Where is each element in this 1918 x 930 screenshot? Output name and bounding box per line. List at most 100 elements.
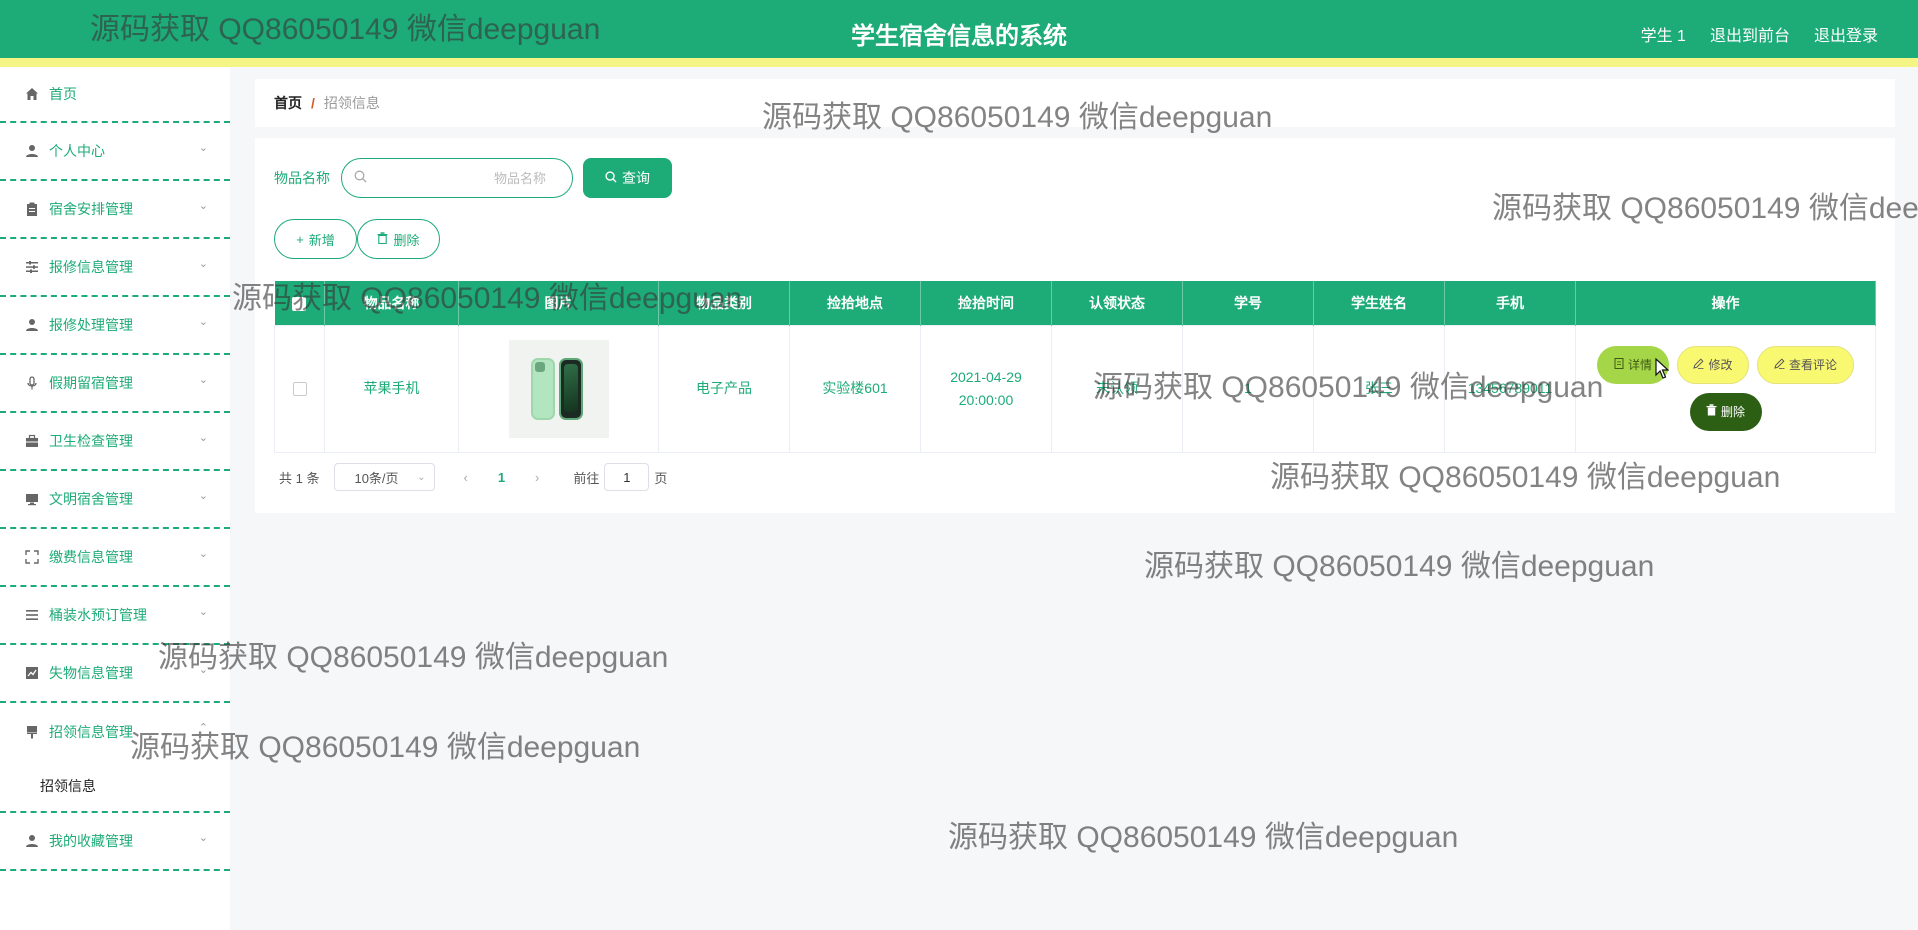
add-button[interactable]: + 新增 — [274, 219, 357, 259]
breadcrumb-separator: / — [311, 95, 315, 111]
edit-icon — [1774, 354, 1785, 377]
sidebar-item-label: 报修信息管理 — [49, 259, 133, 275]
view-comments-label: 查看评论 — [1788, 357, 1837, 372]
chevron-down-icon: ⌄ — [198, 316, 208, 328]
chevron-down-icon: ⌄ — [198, 490, 208, 502]
sidebar-item-label: 文明宿舍管理 — [49, 491, 133, 507]
table-row: 苹果手机 电子产品 实验楼601 2021-04-29 20:00:00 未认领… — [274, 324, 1876, 453]
search-icon — [605, 170, 617, 186]
user-icon — [24, 317, 40, 333]
sidebar-item-lost-items[interactable]: 失物信息管理 ⌄ — [0, 645, 230, 703]
sidebar-subitem-found-info[interactable]: 招领信息 — [0, 761, 230, 813]
chart-icon — [24, 665, 40, 681]
sidebar-item-label: 失物信息管理 — [49, 665, 133, 681]
sidebar-item-personal-center[interactable]: 个人中心 ⌄ — [0, 123, 230, 181]
chevron-down-icon: ⌄ — [417, 471, 426, 483]
sidebar-item-label: 个人中心 — [49, 143, 105, 159]
edit-button[interactable]: 修改 — [1677, 346, 1749, 384]
search-bar: 物品名称 查询 — [274, 158, 672, 198]
user-icon — [24, 833, 40, 849]
cell-operations: 详情 修改 查看评论 删除 — [1575, 324, 1876, 453]
cell-category: 电子产品 — [658, 324, 790, 453]
detail-button-label: 详情 — [1627, 357, 1652, 372]
fullscreen-icon — [24, 549, 40, 565]
list-panel: 物品名称 查询 + 新增 — [255, 138, 1895, 513]
search-input[interactable] — [372, 159, 562, 197]
top-header: 学生宿舍信息的系统 学生 1 退出到前台 退出登录 — [0, 0, 1918, 67]
edit-icon — [1693, 354, 1704, 377]
sidebar-item-label: 宿舍安排管理 — [49, 201, 133, 217]
row-delete-label: 删除 — [1720, 404, 1745, 419]
cell-status: 未认领 — [1051, 324, 1183, 453]
sidebar-item-civilized-dorm[interactable]: 文明宿舍管理 ⌄ — [0, 471, 230, 529]
sidebar-item-label: 卫生检查管理 — [49, 433, 133, 449]
sidebar-item-home[interactable]: 首页 — [0, 67, 230, 123]
batch-delete-button[interactable]: 删除 — [357, 219, 440, 259]
goto-page-input[interactable] — [604, 463, 650, 491]
trash-icon — [1706, 401, 1717, 424]
chevron-down-icon: ⌄ — [198, 664, 208, 676]
sidebar-item-my-favorites[interactable]: 我的收藏管理 ⌄ — [0, 813, 230, 871]
plus-icon: + — [296, 231, 304, 247]
action-bar: + 新增 删除 — [274, 219, 440, 259]
brush-icon — [24, 724, 40, 740]
breadcrumb: 首页 / 招领信息 — [255, 79, 1895, 127]
cell-image — [458, 324, 659, 453]
sidebar-item-repair-handling[interactable]: 报修处理管理 ⌄ — [0, 297, 230, 355]
column-header: 学生姓名 — [1313, 281, 1445, 325]
logout-link[interactable]: 退出登录 — [1814, 22, 1878, 46]
column-header: 图片 — [458, 281, 659, 325]
cell-location: 实验楼601 — [789, 324, 921, 453]
header-links: 学生 1 退出到前台 退出登录 — [1641, 22, 1878, 46]
next-page-button[interactable]: › — [535, 470, 539, 485]
watermark-text: 源码获取 QQ86050149 微信deepguan — [1144, 550, 1655, 583]
sidebar-item-dorm-arrangement[interactable]: 宿舍安排管理 ⌄ — [0, 181, 230, 239]
pagination: 共 1 条 10条/页 ⌄ ‹ 1 › 前往 页 — [279, 463, 667, 491]
page-number[interactable]: 1 — [498, 470, 505, 485]
back-to-front-link[interactable]: 退出到前台 — [1710, 22, 1790, 46]
sidebar: 首页 个人中心 ⌄ 宿舍安排管理 ⌄ 报修信息管理 ⌄ 报修处理管理 ⌄ 假期留… — [0, 67, 230, 930]
chevron-down-icon: ⌄ — [198, 142, 208, 154]
mouse-cursor-icon — [1655, 357, 1670, 385]
sidebar-item-label: 报修处理管理 — [49, 317, 133, 333]
sliders-icon — [24, 259, 40, 275]
select-all-checkbox[interactable] — [274, 281, 325, 325]
chevron-down-icon: ⌄ — [198, 258, 208, 270]
add-button-label: 新增 — [308, 232, 335, 248]
column-header: 操作 — [1575, 281, 1876, 325]
home-icon — [24, 86, 40, 102]
row-delete-button[interactable]: 删除 — [1689, 393, 1762, 431]
total-count: 共 1 条 — [279, 470, 320, 486]
document-icon — [1614, 354, 1624, 377]
row-checkbox[interactable] — [274, 324, 325, 453]
cell-time: 2021-04-29 20:00:00 — [920, 324, 1052, 453]
sidebar-item-label: 桶装水预订管理 — [49, 607, 147, 623]
chevron-down-icon: ⌄ — [198, 606, 208, 618]
cell-item-name: 苹果手机 — [324, 324, 459, 453]
trash-icon — [377, 231, 388, 247]
clipboard-icon — [24, 201, 40, 217]
search-field — [341, 158, 573, 198]
query-button[interactable]: 查询 — [583, 158, 672, 198]
query-button-label: 查询 — [622, 170, 650, 186]
briefcase-icon — [24, 433, 40, 449]
page-size-select[interactable]: 10条/页 ⌄ — [334, 463, 436, 491]
app-title: 学生宿舍信息的系统 — [851, 23, 1067, 50]
sidebar-item-found-items[interactable]: 招领信息管理 ⌃ — [0, 703, 230, 761]
sidebar-item-label: 我的收藏管理 — [49, 833, 133, 849]
sidebar-item-payment-info[interactable]: 缴费信息管理 ⌄ — [0, 529, 230, 587]
item-photo[interactable] — [508, 339, 609, 438]
sidebar-item-water-order[interactable]: 桶装水预订管理 ⌄ — [0, 587, 230, 645]
chevron-up-icon: ⌃ — [198, 722, 208, 734]
sidebar-item-holiday-stay[interactable]: 假期留宿管理 ⌄ — [0, 355, 230, 413]
sidebar-item-repair-info[interactable]: 报修信息管理 ⌄ — [0, 239, 230, 297]
prev-page-button[interactable]: ‹ — [463, 470, 467, 485]
delete-button-label: 删除 — [393, 232, 420, 248]
current-user-link[interactable]: 学生 1 — [1641, 22, 1686, 46]
breadcrumb-home[interactable]: 首页 — [274, 93, 302, 113]
breadcrumb-current: 招领信息 — [323, 95, 380, 111]
view-comments-button[interactable]: 查看评论 — [1757, 346, 1854, 384]
column-header: 物品名称 — [324, 281, 459, 325]
sidebar-item-hygiene-check[interactable]: 卫生检查管理 ⌄ — [0, 413, 230, 471]
sidebar-item-label: 招领信息管理 — [49, 724, 133, 740]
